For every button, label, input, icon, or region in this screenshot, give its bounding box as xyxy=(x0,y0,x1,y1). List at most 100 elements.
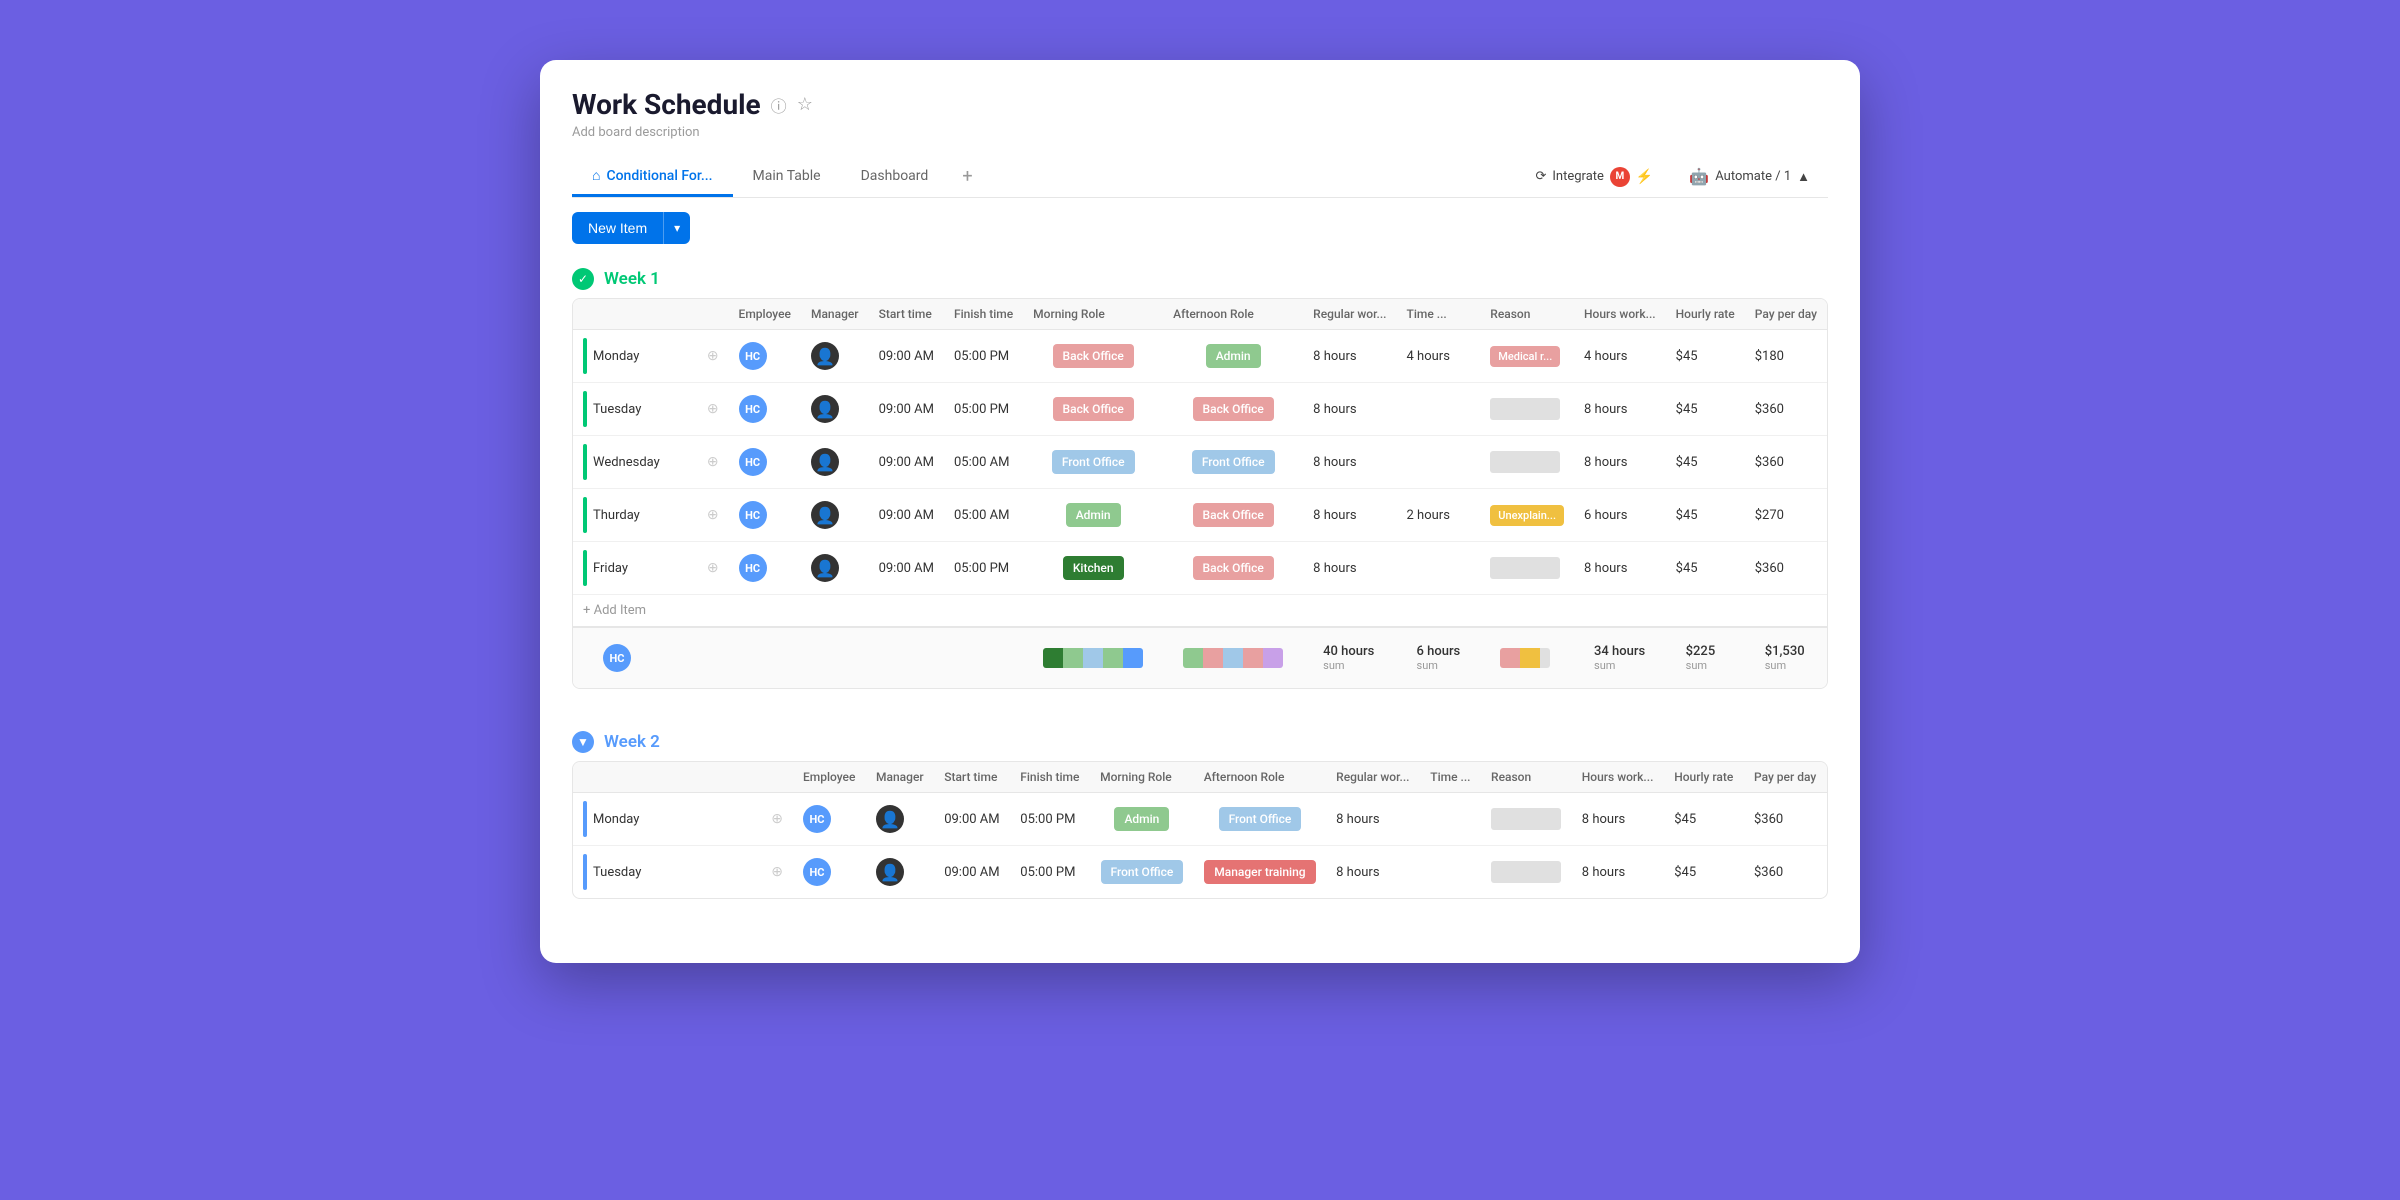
new-item-dropdown-arrow[interactable]: ▾ xyxy=(664,213,690,243)
finish-time[interactable]: 05:00 PM xyxy=(944,553,1023,584)
group-bar-blue xyxy=(583,854,587,890)
finish-time[interactable]: 05:00 PM xyxy=(1010,857,1090,888)
hourly-rate: $45 xyxy=(1666,447,1745,478)
summary-hourly-rate: $225 sum xyxy=(1676,636,1735,680)
automate-button[interactable]: 🤖 Automate / 1 ▲ xyxy=(1679,161,1820,192)
day-name: Thurday xyxy=(593,508,701,523)
start-time[interactable]: 09:00 AM xyxy=(934,857,1010,888)
col-manager-w2: Manager xyxy=(866,762,934,793)
finish-time[interactable]: 05:00 AM xyxy=(944,447,1023,478)
hourly-rate: $45 xyxy=(1664,857,1744,888)
add-row-icon[interactable]: ⊕ xyxy=(707,401,719,417)
add-row-icon[interactable]: ⊕ xyxy=(771,811,783,827)
regular-hours: 8 hours xyxy=(1303,394,1396,425)
tabs-left: ⌂ Conditional For... Main Table Dashboar… xyxy=(572,156,987,197)
board-description[interactable]: Add board description xyxy=(572,125,1828,140)
time-off: 4 hours xyxy=(1397,341,1481,372)
start-time[interactable]: 09:00 AM xyxy=(869,341,944,372)
start-time[interactable]: 09:00 AM xyxy=(869,500,944,531)
day-cell-monday: Monday ⊕ xyxy=(573,330,729,382)
new-item-button[interactable]: New Item ▾ xyxy=(572,212,690,244)
hours-worked: 8 hours xyxy=(1574,394,1666,425)
pay-per-day: $360 xyxy=(1745,447,1827,478)
afternoon-role[interactable]: Manager training xyxy=(1194,857,1326,888)
morning-role[interactable]: Back Office xyxy=(1023,341,1163,372)
tab-conditional[interactable]: ⌂ Conditional For... xyxy=(572,157,733,197)
reason[interactable]: Medical r... xyxy=(1480,338,1574,375)
morning-role[interactable]: Front Office xyxy=(1023,447,1163,478)
pay-per-day: $360 xyxy=(1744,804,1827,835)
tab-dashboard[interactable]: Dashboard xyxy=(841,158,949,197)
afternoon-role[interactable]: Back Office xyxy=(1163,394,1303,425)
afternoon-role[interactable]: Admin xyxy=(1163,341,1303,372)
afternoon-role[interactable]: Back Office xyxy=(1163,500,1303,531)
summary-avatar: HC xyxy=(603,644,631,672)
add-row-icon[interactable]: ⊕ xyxy=(707,454,719,470)
regular-hours: 8 hours xyxy=(1303,500,1396,531)
col-afternoon-w2: Afternoon Role xyxy=(1194,762,1326,793)
add-row-icon[interactable]: ⊕ xyxy=(707,560,719,576)
finish-time[interactable]: 05:00 AM xyxy=(944,500,1023,531)
hourly-rate: $45 xyxy=(1666,341,1745,372)
automate-icon: 🤖 xyxy=(1689,167,1709,186)
summary-afternoon-strip xyxy=(1173,640,1293,676)
table-row: Tuesday ⊕ HC 👤 09:00 AM 05:00 PM Front O… xyxy=(573,846,1827,899)
group-week1-toggle[interactable]: ✓ xyxy=(572,268,594,290)
morning-role[interactable]: Kitchen xyxy=(1023,553,1163,584)
week2-table: Employee Manager Start time Finish time … xyxy=(573,762,1827,898)
morning-role[interactable]: Admin xyxy=(1023,500,1163,531)
pay-per-day: $270 xyxy=(1745,500,1827,531)
time-off xyxy=(1397,454,1481,470)
start-time[interactable]: 09:00 AM xyxy=(869,447,944,478)
morning-role[interactable]: Back Office xyxy=(1023,394,1163,425)
col-rate-w2: Hourly rate xyxy=(1664,762,1744,793)
col-rate: Hourly rate xyxy=(1666,299,1745,330)
add-item-button[interactable]: + Add Item xyxy=(583,603,646,618)
group-week1: ✓ Week 1 Employee Manager Start time Fin… xyxy=(572,258,1828,689)
summary-row: HC xyxy=(573,627,1827,688)
start-time[interactable]: 09:00 AM xyxy=(934,804,1010,835)
summary-pay-per-day: $1,530 sum xyxy=(1755,636,1817,680)
afternoon-role[interactable]: Front Office xyxy=(1163,447,1303,478)
header: Work Schedule ⓘ ☆ Add board description … xyxy=(540,60,1860,198)
afternoon-role[interactable]: Back Office xyxy=(1163,553,1303,584)
summary-empty3 xyxy=(869,627,944,688)
pay-per-day: $360 xyxy=(1745,553,1827,584)
group-bar xyxy=(583,391,587,427)
table-row: Monday ⊕ HC 👤 09:00 AM 05:00 PM Back Off… xyxy=(573,330,1827,383)
manager-avatar: 👤 xyxy=(811,501,839,529)
col-morning-w2: Morning Role xyxy=(1090,762,1194,793)
day-cell-wednesday: Wednesday ⊕ xyxy=(573,436,729,488)
finish-time[interactable]: 05:00 PM xyxy=(944,394,1023,425)
start-time[interactable]: 09:00 AM xyxy=(869,553,944,584)
morning-role[interactable]: Front Office xyxy=(1090,857,1194,888)
afternoon-role[interactable]: Front Office xyxy=(1194,804,1326,835)
main-content: ✓ Week 1 Employee Manager Start time Fin… xyxy=(540,258,1860,963)
finish-time[interactable]: 05:00 PM xyxy=(1010,804,1090,835)
integrate-button[interactable]: ⟳ Integrate M ⚡ xyxy=(1525,161,1663,193)
week1-header-row: Employee Manager Start time Finish time … xyxy=(573,299,1827,330)
add-row-icon[interactable]: ⊕ xyxy=(707,507,719,523)
tab-add-button[interactable]: + xyxy=(948,156,986,197)
manager-avatar: 👤 xyxy=(811,395,839,423)
col-reason-w2: Reason xyxy=(1481,762,1572,793)
star-icon[interactable]: ☆ xyxy=(797,94,813,115)
regular-hours: 8 hours xyxy=(1303,553,1396,584)
add-row-icon[interactable]: ⊕ xyxy=(707,348,719,364)
week1-table-wrap: Employee Manager Start time Finish time … xyxy=(572,298,1828,689)
info-icon[interactable]: ⓘ xyxy=(771,93,787,117)
finish-time[interactable]: 05:00 PM xyxy=(944,341,1023,372)
pay-per-day: $360 xyxy=(1745,394,1827,425)
hours-worked: 8 hours xyxy=(1574,553,1666,584)
week1-table: Employee Manager Start time Finish time … xyxy=(573,299,1827,688)
tab-main-table[interactable]: Main Table xyxy=(733,158,841,197)
morning-role[interactable]: Admin xyxy=(1090,804,1194,835)
start-time[interactable]: 09:00 AM xyxy=(869,394,944,425)
add-row-icon[interactable]: ⊕ xyxy=(771,864,783,880)
hourly-rate: $45 xyxy=(1666,553,1745,584)
group-week2: ▼ Week 2 Employee Manager Start time Fin… xyxy=(572,721,1828,899)
regular-hours: 8 hours xyxy=(1303,341,1396,372)
group-week2-toggle[interactable]: ▼ xyxy=(572,731,594,753)
summary-hours-worked: 34 hours sum xyxy=(1584,636,1656,680)
reason[interactable]: Unexplain... xyxy=(1480,497,1574,534)
